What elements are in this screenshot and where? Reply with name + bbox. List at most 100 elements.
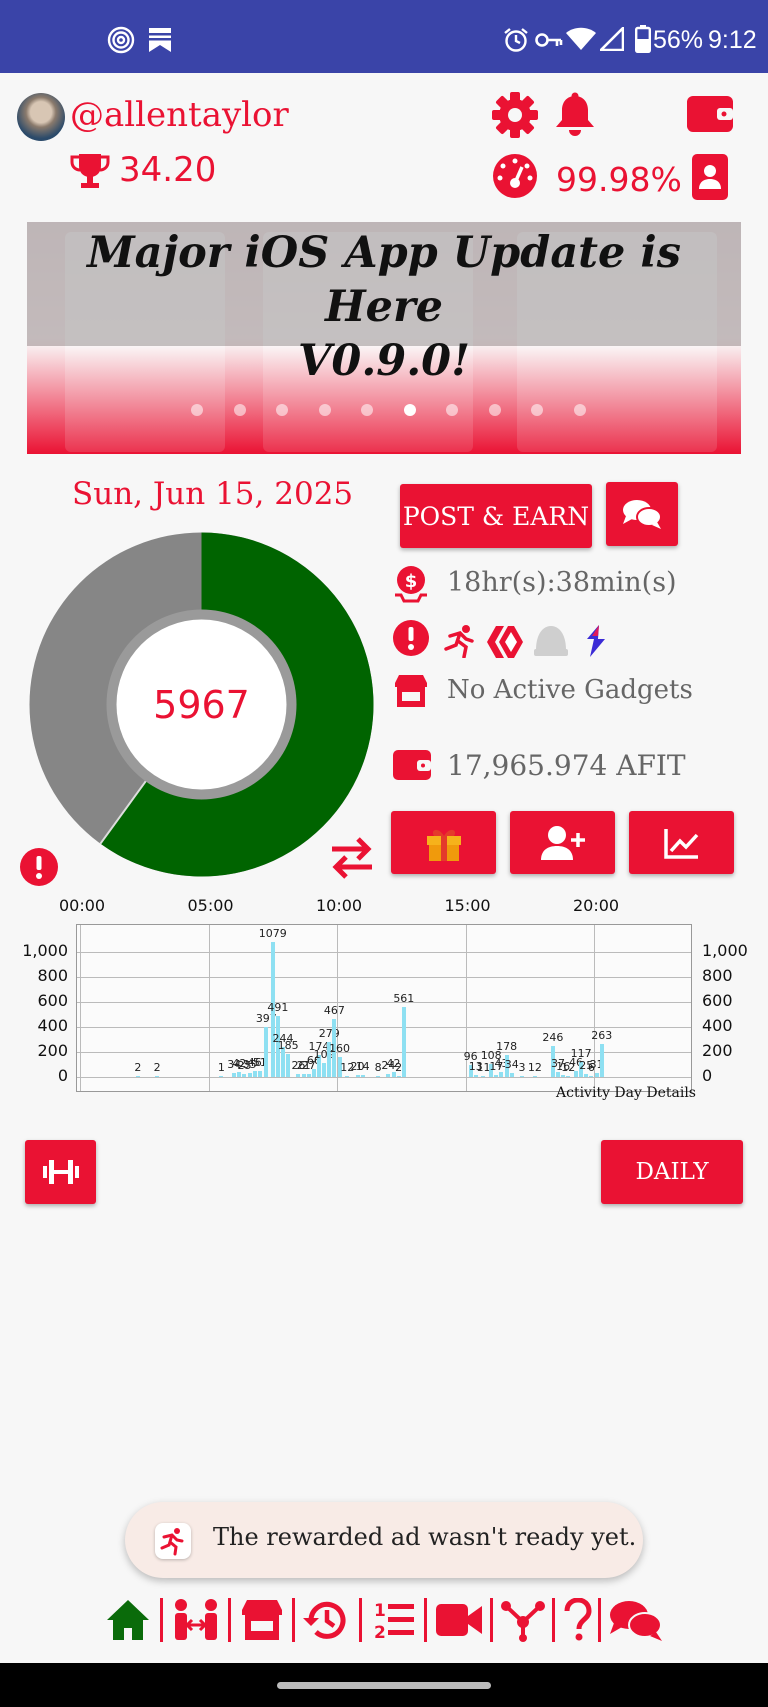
chart-bar[interactable] — [556, 1072, 561, 1077]
carousel-dot[interactable] — [446, 404, 458, 416]
help-icon[interactable] — [562, 1598, 594, 1642]
chart-bar[interactable] — [345, 1075, 350, 1077]
chart-gridline — [77, 952, 691, 953]
alert-icon[interactable] — [393, 620, 429, 656]
chart-bar[interactable] — [264, 1027, 269, 1077]
alarm-icon — [504, 28, 528, 52]
duel-icon[interactable] — [170, 1598, 222, 1642]
leaderboard-icon[interactable]: 1 2 — [370, 1598, 416, 1642]
chart-bar[interactable] — [386, 1074, 391, 1077]
daily-button[interactable]: DAILY — [601, 1140, 743, 1204]
avatar[interactable] — [17, 93, 65, 141]
chart-bar[interactable] — [311, 1068, 316, 1077]
chart-bar[interactable] — [135, 1076, 140, 1077]
chart-bar[interactable] — [257, 1070, 262, 1077]
x-tick-label: 05:00 — [187, 896, 234, 915]
wallet-icon[interactable] — [687, 92, 733, 134]
chart-bar[interactable] — [509, 1072, 514, 1077]
y-tick-label-right: 200 — [702, 1041, 733, 1060]
chart-bar[interactable] — [401, 1006, 406, 1077]
bell-icon[interactable] — [554, 92, 596, 138]
signal-icon — [600, 27, 624, 51]
video-icon[interactable] — [434, 1598, 484, 1642]
chart-bar[interactable] — [237, 1071, 242, 1077]
bar-value-label: 185 — [277, 1038, 299, 1052]
bar-value-label: 246 — [542, 1031, 564, 1045]
speedometer-icon[interactable] — [492, 153, 538, 199]
username[interactable]: @allentaylor — [70, 95, 289, 135]
carousel-dot[interactable] — [233, 404, 246, 416]
fingerprint-icon — [107, 26, 135, 54]
clock: 9:12 — [708, 26, 757, 54]
chat-nav-icon[interactable] — [608, 1598, 664, 1642]
chart-bar[interactable] — [355, 1074, 360, 1077]
post-earn-button[interactable]: POST & EARN — [400, 484, 592, 548]
chart-bar[interactable] — [247, 1072, 252, 1077]
toast-message: The rewarded ad wasn't ready yet. — [213, 1523, 637, 1551]
activity-chart[interactable]: 2 2 1 34 42 25 35 46 51 397 1079 491 244 185 26 21 27 66 1… — [0, 890, 768, 1108]
chart-bar[interactable] — [232, 1072, 237, 1077]
carousel-dot-active[interactable] — [403, 404, 416, 416]
carousel-dot[interactable] — [191, 404, 203, 416]
carousel-dot[interactable] — [531, 404, 543, 416]
store-icon[interactable] — [393, 673, 429, 709]
workout-button[interactable] — [25, 1140, 96, 1204]
chart-bar[interactable] — [584, 1073, 589, 1077]
chart-bar[interactable] — [242, 1073, 247, 1077]
banner-title-line-1: Major iOS App Update is Here — [87, 228, 681, 332]
chart-bar[interactable] — [252, 1071, 257, 1077]
chart-bar[interactable] — [301, 1074, 306, 1077]
chart-bar[interactable] — [599, 1044, 604, 1077]
y-tick-label-left: 200 — [37, 1041, 68, 1060]
chart-bar[interactable] — [589, 1076, 594, 1077]
bookmark-icon — [149, 28, 171, 52]
carousel-dot[interactable] — [361, 404, 373, 416]
gift-button[interactable] — [391, 811, 496, 874]
chart-bar[interactable] — [574, 1071, 578, 1077]
chart-bar[interactable] — [322, 1063, 327, 1077]
shop-icon[interactable] — [239, 1598, 285, 1642]
history-icon[interactable] — [301, 1598, 349, 1642]
chart-bar[interactable] — [306, 1073, 311, 1077]
chart-bar[interactable] — [566, 1075, 571, 1077]
banner-carousel[interactable]: Major iOS App Update is Here V0.9.0! — [27, 222, 741, 454]
gear-icon[interactable] — [492, 92, 538, 138]
chart-bar[interactable] — [520, 1076, 525, 1077]
chart-bar[interactable] — [499, 1071, 504, 1077]
carousel-dot[interactable] — [276, 404, 288, 416]
add-friend-button[interactable] — [510, 811, 615, 874]
chat-button[interactable] — [606, 482, 678, 546]
chart-bar[interactable] — [594, 1073, 599, 1077]
chart-bar[interactable] — [473, 1075, 478, 1077]
chart-bar[interactable] — [481, 1075, 486, 1077]
x-tick-label: 00:00 — [59, 896, 106, 915]
alert-small-icon[interactable] — [20, 848, 58, 886]
chart-bar[interactable] — [155, 1076, 160, 1077]
id-badge-icon[interactable] — [692, 154, 728, 200]
chart-bar[interactable] — [286, 1053, 291, 1077]
wallet-small-icon[interactable] — [393, 748, 431, 782]
chart-bar[interactable] — [376, 1076, 381, 1077]
chart-bar[interactable] — [360, 1075, 365, 1077]
share-network-icon[interactable] — [500, 1598, 546, 1642]
system-nav-bar — [0, 1663, 768, 1707]
chart-bar[interactable] — [494, 1074, 499, 1077]
carousel-dot[interactable] — [488, 404, 501, 416]
swap-arrows-icon[interactable] — [328, 833, 376, 881]
chart-bar[interactable] — [532, 1075, 537, 1077]
home-icon[interactable] — [105, 1598, 151, 1642]
nav-separator — [292, 1598, 295, 1642]
chart-bar[interactable] — [219, 1076, 224, 1077]
chart-button[interactable] — [629, 811, 734, 874]
bar-value-label: 178 — [496, 1039, 518, 1053]
chart-vgridline — [208, 925, 210, 1091]
chart-bar[interactable] — [296, 1073, 301, 1077]
carousel-dot[interactable] — [318, 404, 331, 416]
activity-donut[interactable]: 5967 — [28, 531, 375, 878]
chart-bar[interactable] — [396, 1076, 401, 1077]
chart-bar[interactable] — [561, 1075, 566, 1077]
home-gesture-bar[interactable] — [277, 1682, 491, 1689]
y-tick-label-right: 800 — [702, 966, 733, 985]
wifi-icon — [566, 27, 596, 50]
carousel-dot[interactable] — [573, 404, 586, 416]
